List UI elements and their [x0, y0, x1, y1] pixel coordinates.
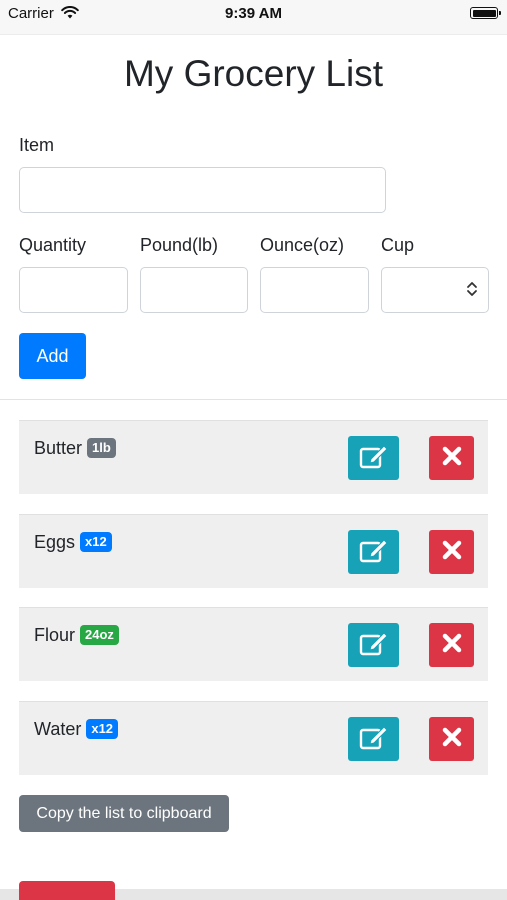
delete-button[interactable]: [429, 717, 474, 761]
quantity-badge: x12: [80, 532, 112, 552]
divider: [0, 399, 507, 400]
list-item: Water x12: [19, 701, 488, 775]
edit-button[interactable]: [348, 530, 399, 574]
delete-button[interactable]: [429, 623, 474, 667]
edit-button[interactable]: [348, 436, 399, 480]
status-time: 9:39 AM: [225, 5, 282, 22]
quantity-label: Quantity: [19, 235, 87, 255]
battery-icon: [470, 7, 501, 19]
chevron-updown-icon: [466, 280, 478, 303]
clear-list-button[interactable]: [19, 881, 115, 900]
edit-button[interactable]: [348, 623, 399, 667]
edit-icon: [359, 537, 389, 568]
item-name: Water: [34, 719, 82, 739]
close-icon: [442, 633, 462, 658]
ounce-label: Ounce(oz): [260, 235, 345, 255]
page-title: My Grocery List: [123, 53, 384, 94]
quantity-badge: x12: [86, 719, 119, 739]
item-input[interactable]: [19, 167, 386, 213]
edit-icon: [359, 630, 389, 661]
item-name: Flour: [34, 625, 76, 645]
status-bar: Carrier 9:39 AM: [0, 0, 507, 35]
quantity-badge: 1lb: [87, 438, 116, 458]
close-icon: [442, 727, 462, 752]
list-item: Eggs x12: [19, 514, 488, 588]
copy-list-button[interactable]: Copy the list to clipboard: [19, 795, 229, 832]
add-button[interactable]: Add: [19, 333, 86, 379]
edit-icon: [359, 724, 389, 755]
item-name: Butter: [34, 438, 83, 458]
pound-input[interactable]: [140, 267, 248, 313]
cup-label: Cup: [381, 235, 415, 255]
quantity-badge: 24oz: [80, 625, 119, 645]
delete-button[interactable]: [429, 436, 474, 480]
ounce-input[interactable]: [260, 267, 369, 313]
close-icon: [442, 446, 462, 471]
pound-label: Pound(lb): [140, 235, 219, 255]
edit-button[interactable]: [348, 717, 399, 761]
edit-icon: [359, 443, 389, 474]
delete-button[interactable]: [429, 530, 474, 574]
list-item: Flour 24oz: [19, 607, 488, 681]
cup-select[interactable]: [381, 267, 489, 313]
quantity-input[interactable]: [19, 267, 128, 313]
close-icon: [442, 540, 462, 565]
item-name: Eggs: [34, 532, 76, 552]
list-item: Butter 1lb: [19, 420, 488, 494]
item-label: Item: [19, 135, 55, 155]
